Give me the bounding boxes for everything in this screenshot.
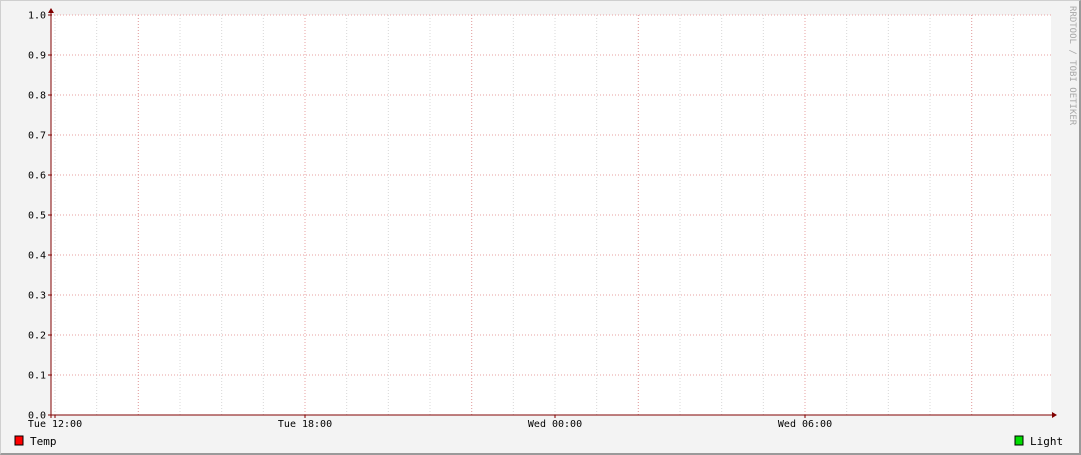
- y-tick-label: 0.4: [28, 251, 46, 262]
- y-axis-arrow: [48, 8, 54, 13]
- y-tick-label: 0.7: [28, 131, 46, 142]
- x-axis-ticks: Tue 12:00 Tue 18:00 Wed 00:00 Wed 06:00: [28, 415, 832, 430]
- legend-item-temp: Temp: [14, 435, 57, 448]
- y-tick-label: 0.9: [28, 51, 46, 62]
- x-tick-label: Tue 18:00: [278, 419, 332, 430]
- legend-swatch-temp: [14, 435, 24, 446]
- legend-swatch-light: [1014, 435, 1024, 446]
- x-tick-label: Tue 12:00: [28, 419, 82, 430]
- legend-label-light: Light: [1030, 435, 1063, 448]
- chart-svg: 0.00.10.20.30.40.50.60.70.80.91.0 Tue 12…: [14, 6, 1077, 448]
- legend-label-temp: Temp: [30, 435, 57, 448]
- y-tick-label: 0.8: [28, 91, 46, 102]
- x-axis-arrow: [1052, 412, 1057, 418]
- y-tick-label: 1.0: [28, 11, 46, 22]
- legend-item-light: Light: [1014, 435, 1063, 448]
- watermark: RRDTOOL / TOBI OETIKER: [1067, 6, 1077, 126]
- legend: Temp Light: [14, 435, 1063, 448]
- y-tick-label: 0.1: [28, 371, 46, 382]
- y-tick-label: 0.6: [28, 171, 46, 182]
- y-axis-ticks: 0.00.10.20.30.40.50.60.70.80.91.0: [28, 11, 52, 422]
- y-tick-label: 0.2: [28, 331, 46, 342]
- x-tick-label: Wed 06:00: [778, 419, 832, 430]
- x-tick-label: Wed 00:00: [528, 419, 582, 430]
- y-tick-label: 0.5: [28, 211, 46, 222]
- y-tick-label: 0.3: [28, 291, 46, 302]
